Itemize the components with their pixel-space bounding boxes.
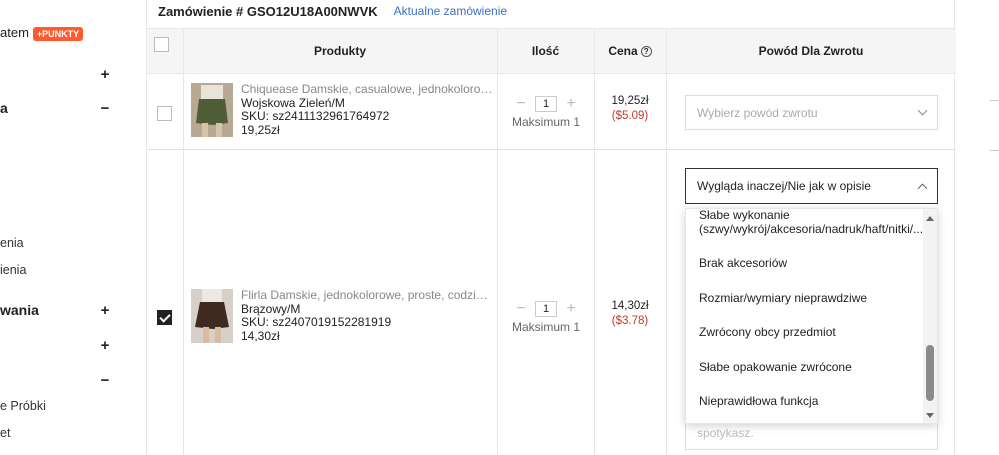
increase-button[interactable]: + — [565, 301, 577, 317]
dropdown-option[interactable]: Zwrócony obcy przedmiot — [699, 325, 921, 339]
decrease-button[interactable]: − — [515, 96, 527, 112]
decrease-button[interactable]: − — [515, 301, 527, 317]
help-icon[interactable]: ? — [640, 45, 652, 57]
product-price: 19,25zł — [241, 122, 280, 137]
sidebar-subitem[interactable]: enia — [0, 236, 24, 250]
product-info: Flirla Damskie, jednokolorowe, proste, c… — [241, 289, 493, 343]
select-placeholder: Wybierz powód zwrotu — [697, 105, 818, 120]
product-variant: Brązowy/M — [241, 301, 301, 316]
row-checkbox[interactable] — [157, 106, 172, 121]
points-badge: +PUNKTY — [32, 26, 84, 41]
sidebar-section-4[interactable]: + — [0, 334, 112, 356]
product-sku: SKU: sz2411132961764972 — [241, 109, 390, 123]
points-row[interactable]: atem +PUNKTY — [0, 25, 84, 41]
product-thumbnail[interactable] — [191, 289, 233, 343]
sidebar-subitem[interactable]: e Próbki — [0, 399, 46, 413]
product-name[interactable]: Chiquease Damskie, casualowe, jednokolor… — [241, 83, 493, 97]
product-sku: SKU: sz2407019152281919 — [241, 315, 392, 329]
quantity-max: Maksimum 1 — [511, 115, 580, 129]
price-pln: 14,30zł — [611, 300, 649, 312]
order-title: Zamówienie # GSO12U18A00NWVK — [158, 3, 378, 19]
quantity-input[interactable]: 1 — [535, 96, 557, 112]
table-header: Produkty Ilość Cena ? Powód Dla Zwrotu — [147, 28, 956, 74]
price-cell: 19,25zł ($5.09) — [595, 94, 665, 124]
chevron-down-icon — [907, 105, 937, 116]
price-cell: 14,30zł ($3.78) — [595, 299, 665, 329]
collapse-icon[interactable]: − — [98, 100, 112, 117]
expand-icon[interactable]: + — [98, 302, 112, 319]
dropdown-option[interactable]: Słabe opakowanie zwrócone — [699, 360, 921, 374]
header-quantity: Ilość — [531, 44, 560, 58]
sidebar-section-2[interactable]: a − — [0, 97, 112, 119]
product-name[interactable]: Flirla Damskie, jednokolorowe, proste, c… — [241, 289, 493, 303]
quantity-input[interactable]: 1 — [535, 301, 557, 317]
return-reason-select[interactable]: Wybierz powód zwrotu — [685, 95, 938, 130]
sidebar-section-3[interactable]: wania + — [0, 299, 112, 321]
dropdown-scrollbar[interactable] — [923, 209, 937, 423]
sidebar-section-5[interactable]: − — [0, 369, 112, 391]
chevron-up-icon — [907, 181, 937, 193]
collapse-icon[interactable]: − — [98, 372, 112, 389]
table-row: Chiquease Damskie, casualowe, jednokolor… — [147, 74, 956, 150]
quantity-stepper: − 1 + Maksimum 1 — [496, 96, 596, 130]
order-header: Zamówienie # GSO12U18A00NWVK Aktualne za… — [158, 0, 507, 22]
return-order-panel: Zamówienie # GSO12U18A00NWVK Aktualne za… — [146, 0, 956, 455]
product-info: Chiquease Damskie, casualowe, jednokolor… — [241, 83, 493, 137]
product-variant: Wojskowa Zieleń/M — [241, 95, 345, 110]
quantity-stepper: − 1 + Maksimum 1 — [496, 301, 596, 335]
sidebar-subitem[interactable]: et — [0, 426, 10, 440]
sidebar-subitem[interactable]: ienia — [0, 263, 26, 277]
header-products: Produkty — [313, 44, 366, 58]
quantity-max: Maksimum 1 — [511, 320, 580, 334]
row-checkbox[interactable] — [157, 310, 172, 325]
points-text: atem — [0, 25, 29, 40]
return-reason-select[interactable]: Wygląda inaczej/Nie jak w opisie — [685, 168, 938, 204]
current-order-link[interactable]: Aktualne zamówienie — [394, 4, 507, 18]
left-sidebar: atem +PUNKTY + a − enia ienia wania + + −… — [0, 0, 130, 455]
reason-dropdown-list: Słabe wykonanie (szwy/wykrój/akcesoria/n… — [685, 208, 938, 424]
increase-button[interactable]: + — [565, 96, 577, 112]
dropdown-option[interactable]: Słabe wykonanie (szwy/wykrój/akcesoria/n… — [699, 209, 927, 236]
product-thumbnail[interactable] — [191, 83, 233, 137]
return-description-textarea[interactable]: spotykasz. — [685, 420, 938, 450]
price-usd: ($5.09) — [611, 110, 649, 122]
dropdown-option[interactable]: Brak akcesoriów — [699, 256, 921, 270]
dropdown-option[interactable]: Rozmiar/wymiary nieprawdziwe — [699, 291, 921, 305]
scroll-down-icon[interactable] — [926, 413, 934, 418]
expand-icon[interactable]: + — [98, 337, 112, 354]
select-all-checkbox[interactable] — [154, 37, 169, 52]
scroll-up-icon[interactable] — [926, 216, 934, 221]
sidebar-section-1[interactable]: + — [0, 63, 112, 85]
price-usd: ($3.78) — [611, 315, 649, 327]
header-price: Cena ? — [594, 29, 666, 73]
product-price: 14,30zł — [241, 328, 280, 343]
price-pln: 19,25zł — [611, 95, 649, 107]
dropdown-option[interactable]: Nieprawidłowa funkcja — [699, 394, 921, 408]
header-reason: Powód Dla Zwrotu — [758, 44, 864, 58]
scrollbar-thumb[interactable] — [926, 345, 934, 401]
expand-icon[interactable]: + — [98, 66, 112, 83]
page-edge-markers — [990, 0, 999, 455]
select-value: Wygląda inaczej/Nie jak w opisie — [697, 179, 871, 193]
